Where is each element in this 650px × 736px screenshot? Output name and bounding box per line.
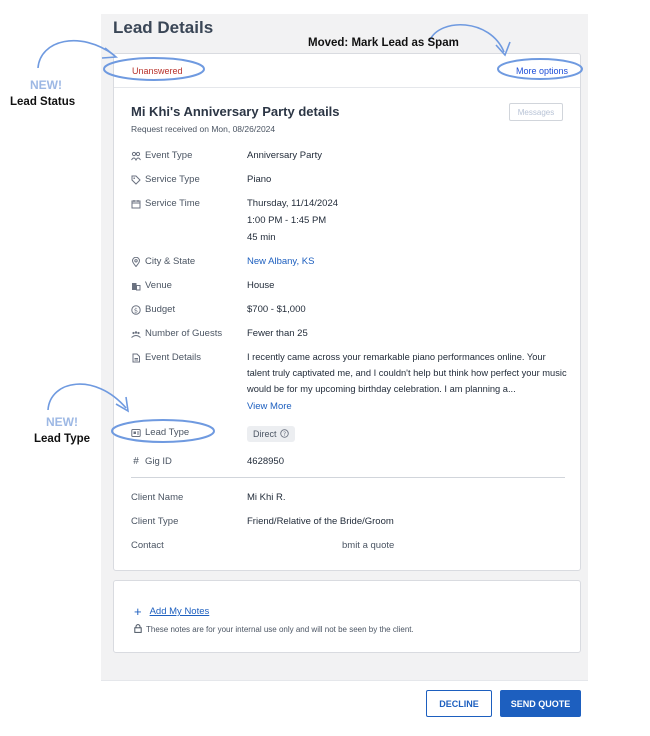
client-name-value: Mi Khi R. — [247, 492, 286, 503]
new-badge-lead-type: NEW! — [46, 415, 78, 429]
contact-label: Contact — [131, 540, 164, 551]
lead-details-card: Unanswered More options Mi Khi's Anniver… — [113, 53, 581, 571]
budget-label: $ Budget — [131, 304, 175, 315]
view-more-link[interactable]: View More — [247, 401, 292, 412]
service-time-duration: 45 min — [247, 232, 276, 243]
gig-id-label: # Gig ID — [131, 456, 172, 467]
dollar-circle-icon: $ — [131, 304, 141, 315]
section-divider — [131, 477, 565, 478]
guests-value: Fewer than 25 — [247, 328, 308, 339]
moved-annotation: Moved: Mark Lead as Spam — [308, 37, 459, 49]
notes-card: + Add My Notes These notes are for your … — [113, 580, 581, 653]
lead-type-badge: Direct ? — [247, 426, 295, 442]
add-notes-button[interactable]: + Add My Notes — [134, 605, 209, 618]
people-icon — [131, 151, 141, 161]
lead-title: Mi Khi's Anniversary Party details — [131, 104, 340, 119]
event-type-label: Event Type — [131, 150, 192, 161]
lead-status-annotation: Lead Status — [10, 96, 76, 108]
lead-status-text: Unanswered — [132, 66, 183, 76]
lead-type-label: Lead Type — [131, 427, 189, 438]
decline-button[interactable]: DECLINE — [426, 690, 492, 717]
event-details-label: Event Details — [131, 352, 201, 363]
messages-button[interactable]: Messages — [509, 103, 563, 121]
event-type-value: Anniversary Party — [247, 150, 322, 161]
document-icon — [131, 353, 141, 363]
building-icon — [131, 281, 141, 291]
request-received-date: Request received on Mon, 08/26/2024 — [131, 124, 276, 134]
service-time-range: 1:00 PM - 1:45 PM — [247, 215, 327, 226]
notes-hint: These notes are for your internal use on… — [134, 624, 414, 635]
gig-id-value: 4628950 — [247, 456, 284, 467]
client-type-value: Friend/Relative of the Bride/Groom — [247, 516, 394, 527]
plus-icon: + — [134, 604, 142, 619]
client-name-label: Client Name — [131, 492, 184, 503]
more-options-link[interactable]: More options — [516, 66, 568, 76]
guests-label: Number of Guests — [131, 328, 222, 339]
budget-value: $700 - $1,000 — [247, 304, 306, 315]
service-type-value: Piano — [247, 174, 272, 185]
city-state-label: City & State — [131, 256, 195, 267]
svg-text:?: ? — [282, 431, 285, 437]
svg-text:$: $ — [134, 306, 138, 314]
send-quote-button[interactable]: SEND QUOTE — [500, 690, 581, 717]
event-details-text: I recently came across your remarkable p… — [247, 352, 567, 394]
service-time-date: Thursday, 11/14/2024 — [247, 198, 339, 209]
contact-value: bmit a quote — [342, 540, 395, 551]
service-time-label: Service Time — [131, 198, 200, 209]
hash-icon: # — [133, 456, 139, 467]
group-icon — [131, 329, 141, 339]
id-card-icon — [131, 428, 141, 438]
status-bar: Unanswered More options — [114, 54, 580, 88]
venue-value: House — [247, 280, 275, 291]
tag-icon — [131, 175, 141, 185]
page-title: Lead Details — [113, 18, 214, 37]
lead-type-annotation: Lead Type — [34, 433, 91, 445]
new-badge-status: NEW! — [30, 78, 62, 92]
client-type-label: Client Type — [131, 516, 179, 527]
city-state-link[interactable]: New Albany, KS — [247, 253, 314, 270]
calendar-icon — [131, 199, 141, 209]
help-circle-icon[interactable]: ? — [279, 428, 289, 440]
lock-icon — [134, 624, 142, 635]
location-pin-icon — [131, 256, 141, 267]
venue-label: Venue — [131, 280, 172, 291]
service-type-label: Service Type — [131, 174, 200, 185]
